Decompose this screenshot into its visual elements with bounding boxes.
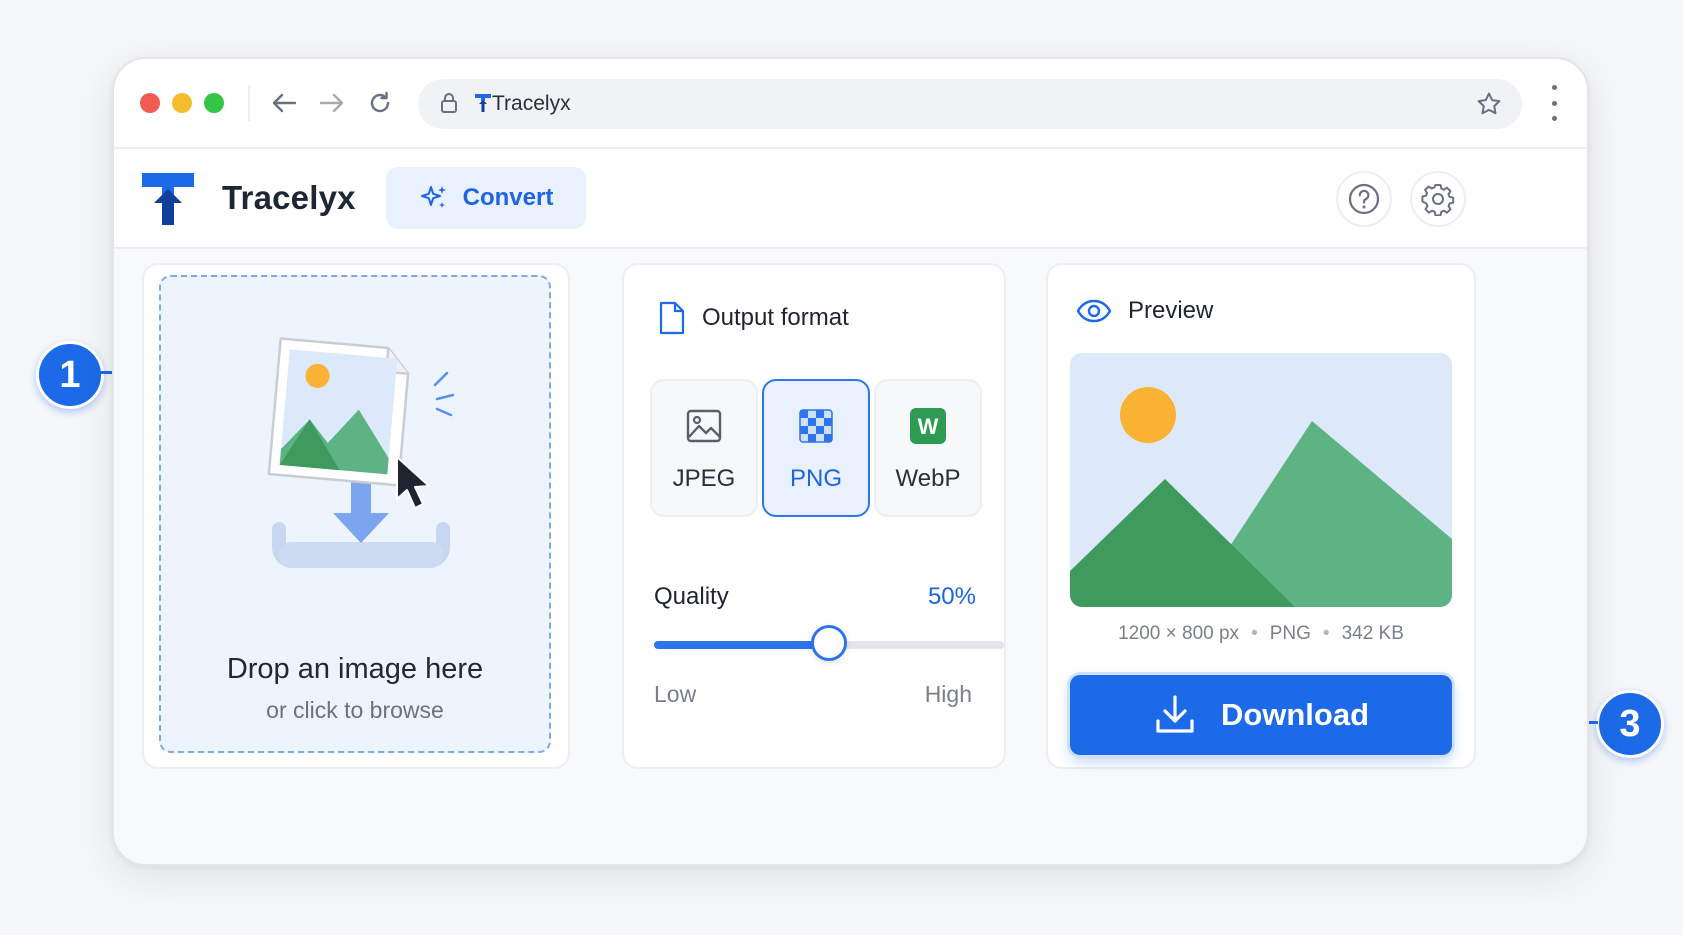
format-option-label: JPEG xyxy=(672,465,736,492)
format-option-label: PNG xyxy=(789,465,842,492)
tracelyx-logo-icon xyxy=(142,173,194,225)
quality-slider[interactable] xyxy=(654,625,1004,661)
drop-image-illustration-icon xyxy=(267,337,455,568)
tab-convert[interactable]: Convert xyxy=(386,167,586,229)
arrow-left-icon xyxy=(272,93,297,113)
preview-landscape-icon xyxy=(1070,353,1452,607)
dropzone-subtitle: or click to browse xyxy=(266,697,444,723)
download-button[interactable]: Download xyxy=(1070,675,1452,755)
image-format: PNG xyxy=(1269,623,1311,644)
preview-title: Preview xyxy=(1128,297,1214,324)
document-icon xyxy=(659,301,685,335)
upload-card: Drop an image here or click to browse xyxy=(142,263,570,769)
forward-button[interactable] xyxy=(312,83,352,123)
quality-slider-fill xyxy=(654,641,829,649)
image-metadata: 1200 × 800 px • PNG • 342 KB xyxy=(1118,623,1404,644)
callout-3: 3 xyxy=(1596,690,1664,758)
quality-label: Quality xyxy=(654,583,729,610)
main-content: Drop an image here or click to browse Ou… xyxy=(114,249,1587,864)
bookmark-star-icon[interactable] xyxy=(1476,91,1502,117)
quality-low-label: Low xyxy=(654,681,697,707)
output-format-title: Output format xyxy=(702,304,849,331)
browser-menu-icon[interactable] xyxy=(1549,85,1559,121)
app-header: Tracelyx Convert xyxy=(114,149,1587,249)
lock-icon xyxy=(441,93,457,113)
back-button[interactable] xyxy=(264,83,304,123)
help-button[interactable] xyxy=(1336,171,1392,227)
checkerboard-icon xyxy=(799,409,833,443)
quality-high-label: High xyxy=(924,681,972,707)
quality-value: 50% xyxy=(927,583,976,610)
eye-icon xyxy=(1076,299,1112,323)
help-icon xyxy=(1348,183,1380,215)
webp-w-icon: W xyxy=(910,408,946,444)
close-window-button[interactable] xyxy=(140,93,160,113)
output-format-header: Output format xyxy=(658,301,849,335)
browser-toolbar: Tracelyx xyxy=(114,59,1587,149)
image-size: 342 KB xyxy=(1341,623,1404,644)
preview-image xyxy=(1070,353,1452,607)
format-option-label: WebP xyxy=(895,465,961,492)
image-dropzone[interactable]: Drop an image here or click to browse xyxy=(159,275,551,753)
image-icon xyxy=(686,409,722,443)
maximize-window-button[interactable] xyxy=(204,93,224,113)
webp-badge-letter: W xyxy=(918,414,939,439)
brand-name: Tracelyx xyxy=(222,179,356,216)
arrow-right-icon xyxy=(319,93,344,113)
minimize-window-button[interactable] xyxy=(172,93,192,113)
output-format-card: Output format JPEG PNG W WebP Quality 50… xyxy=(622,263,1006,769)
site-favicon-icon xyxy=(475,94,491,112)
reload-button[interactable] xyxy=(360,83,400,123)
url-text: Tracelyx xyxy=(492,92,571,115)
download-icon xyxy=(1156,695,1194,733)
gear-icon xyxy=(1421,184,1455,216)
download-button-label: Download xyxy=(1220,697,1370,732)
format-option-png[interactable]: PNG xyxy=(762,379,870,517)
tab-convert-label: Convert xyxy=(462,184,554,211)
quality-slider-thumb[interactable] xyxy=(811,625,847,661)
callout-1: 1 xyxy=(36,341,104,409)
format-option-webp[interactable]: W WebP xyxy=(874,379,982,517)
dropzone-title: Drop an image here xyxy=(226,653,484,685)
sparkle-icon xyxy=(420,186,446,208)
address-bar[interactable]: Tracelyx xyxy=(418,79,1522,129)
preview-header: Preview xyxy=(1076,297,1213,325)
toolbar-divider xyxy=(248,85,250,121)
preview-card: Preview 1200 × 800 px • PNG • 342 KB Downloa… xyxy=(1046,263,1476,769)
image-dimensions: 1200 × 800 px xyxy=(1118,623,1240,644)
settings-button[interactable] xyxy=(1410,171,1466,227)
browser-window: Tracelyx Tracelyx Convert Drop an image … xyxy=(112,57,1589,866)
format-option-jpeg[interactable]: JPEG xyxy=(650,379,758,517)
reload-icon xyxy=(370,91,390,113)
